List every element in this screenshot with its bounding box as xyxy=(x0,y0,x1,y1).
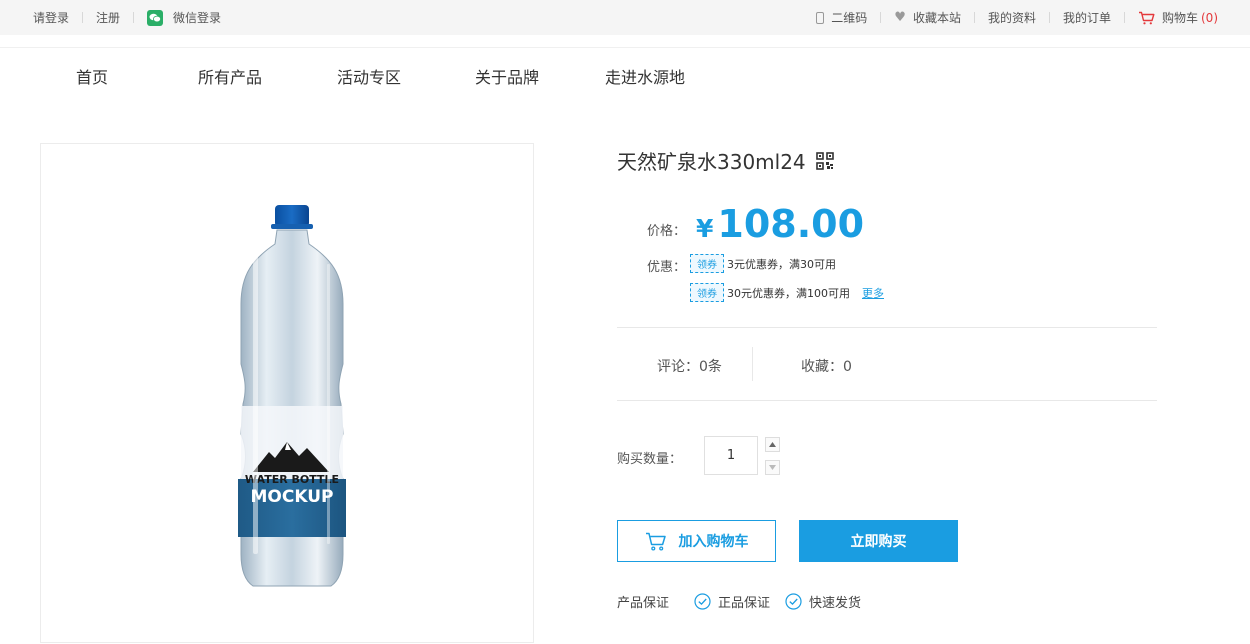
buy-now-button[interactable]: 立即购买 xyxy=(799,520,958,562)
divider xyxy=(973,12,975,23)
favorite-site-label: 收藏本站 xyxy=(912,11,961,25)
coupon-row-1: 领券 3元优惠券，满30可用 xyxy=(690,254,836,273)
wechat-login-link[interactable]: 微信登录 xyxy=(147,9,221,26)
product-price: ¥108.00 xyxy=(696,202,864,246)
decrease-quantity-button[interactable] xyxy=(765,460,780,475)
favorite-site-link[interactable]: ♥ 收藏本站 xyxy=(894,9,961,26)
divider xyxy=(880,12,882,23)
more-coupons-link[interactable]: 更多 xyxy=(862,285,884,301)
check-circle-icon xyxy=(785,593,802,610)
login-link[interactable]: 请登录 xyxy=(33,9,69,26)
bottle-label-line2: MOCKUP xyxy=(251,487,334,507)
divider xyxy=(617,400,1157,401)
register-link[interactable]: 注册 xyxy=(96,9,120,26)
my-orders-link[interactable]: 我的订单 xyxy=(1063,9,1111,26)
nav-item-home[interactable]: 首页 xyxy=(76,64,108,88)
coupon-tag[interactable]: 领券 xyxy=(690,254,724,273)
cart-count: (0) xyxy=(1201,10,1218,25)
price-label: 价格： xyxy=(647,224,687,239)
qrcode-label: 二维码 xyxy=(831,11,868,25)
guarantee-genuine: 正品保证 xyxy=(694,592,770,611)
divider xyxy=(1048,12,1050,23)
quantity-input[interactable] xyxy=(704,436,758,475)
cart-link[interactable]: 购物车 (0) xyxy=(1138,9,1218,26)
increase-quantity-button[interactable] xyxy=(765,437,780,452)
nav-item-about-brand[interactable]: 关于品牌 xyxy=(475,64,539,88)
divider xyxy=(752,347,753,381)
coupon-row-2: 领券 30元优惠券，满100可用 更多 xyxy=(690,283,884,302)
header-divider xyxy=(0,47,1250,48)
product-image: WATER BOTTLE MOCKUP xyxy=(40,143,534,643)
wechat-icon xyxy=(147,9,164,26)
cart-icon xyxy=(1138,11,1155,25)
price-value: 108.00 xyxy=(717,202,865,246)
add-to-cart-button[interactable]: 加入购物车 xyxy=(617,520,776,562)
top-bar-right: 二维码 ♥ 收藏本站 我的资料 我的订单 购物车 (0) xyxy=(816,0,1218,35)
guarantee-genuine-label: 正品保证 xyxy=(718,596,771,611)
check-circle-icon xyxy=(694,593,711,610)
currency-symbol: ¥ xyxy=(696,214,714,243)
coupon-text: 30元优惠券，满100可用 xyxy=(727,286,850,300)
divider xyxy=(82,12,84,23)
qrcode-icon[interactable] xyxy=(815,151,834,170)
guarantee-label: 产品保证 xyxy=(617,596,670,611)
nav-item-water-source[interactable]: 走进水源地 xyxy=(605,64,685,88)
guarantee-fast-delivery-label: 快速发货 xyxy=(809,596,862,611)
heart-icon: ♥ xyxy=(894,10,906,25)
triangle-down-icon xyxy=(769,465,776,470)
favorite-count: 收藏：0 xyxy=(801,359,852,375)
triangle-up-icon xyxy=(769,442,776,447)
divider xyxy=(617,327,1157,328)
water-bottle-illustration: WATER BOTTLE MOCKUP xyxy=(238,205,346,587)
guarantee-row: 产品保证 正品保证 快速发货 xyxy=(617,592,861,611)
wechat-login-label: 微信登录 xyxy=(173,11,222,25)
top-bar: 请登录 注册 微信登录 二维码 ♥ 收藏本站 我的资料 我的订单 购物车 (0) xyxy=(0,0,1250,35)
quantity-label: 购买数量： xyxy=(617,452,683,467)
product-title: 天然矿泉水330ml24 xyxy=(617,150,806,174)
discount-label: 优惠： xyxy=(647,260,687,275)
product-title-row: 天然矿泉水330ml24 xyxy=(617,146,834,175)
bottle-label-line1: WATER BOTTLE xyxy=(245,473,339,486)
coupon-text: 3元优惠券，满30可用 xyxy=(727,257,836,271)
add-to-cart-label: 加入购物车 xyxy=(678,534,749,550)
my-profile-link[interactable]: 我的资料 xyxy=(988,9,1036,26)
phone-icon xyxy=(816,11,825,24)
coupon-tag[interactable]: 领券 xyxy=(690,283,724,302)
divider xyxy=(1123,12,1125,23)
guarantee-fast-delivery: 快速发货 xyxy=(785,592,861,611)
review-count[interactable]: 评论：0条 xyxy=(657,356,722,376)
qrcode-link[interactable]: 二维码 xyxy=(816,9,867,26)
nav-item-all-products[interactable]: 所有产品 xyxy=(198,64,262,88)
buy-now-label: 立即购买 xyxy=(850,534,907,550)
divider xyxy=(133,12,135,23)
cart-icon xyxy=(645,532,667,551)
cart-label: 购物车 xyxy=(1161,11,1198,25)
nav-item-promotions[interactable]: 活动专区 xyxy=(337,64,401,88)
top-bar-left: 请登录 注册 微信登录 xyxy=(33,0,221,35)
